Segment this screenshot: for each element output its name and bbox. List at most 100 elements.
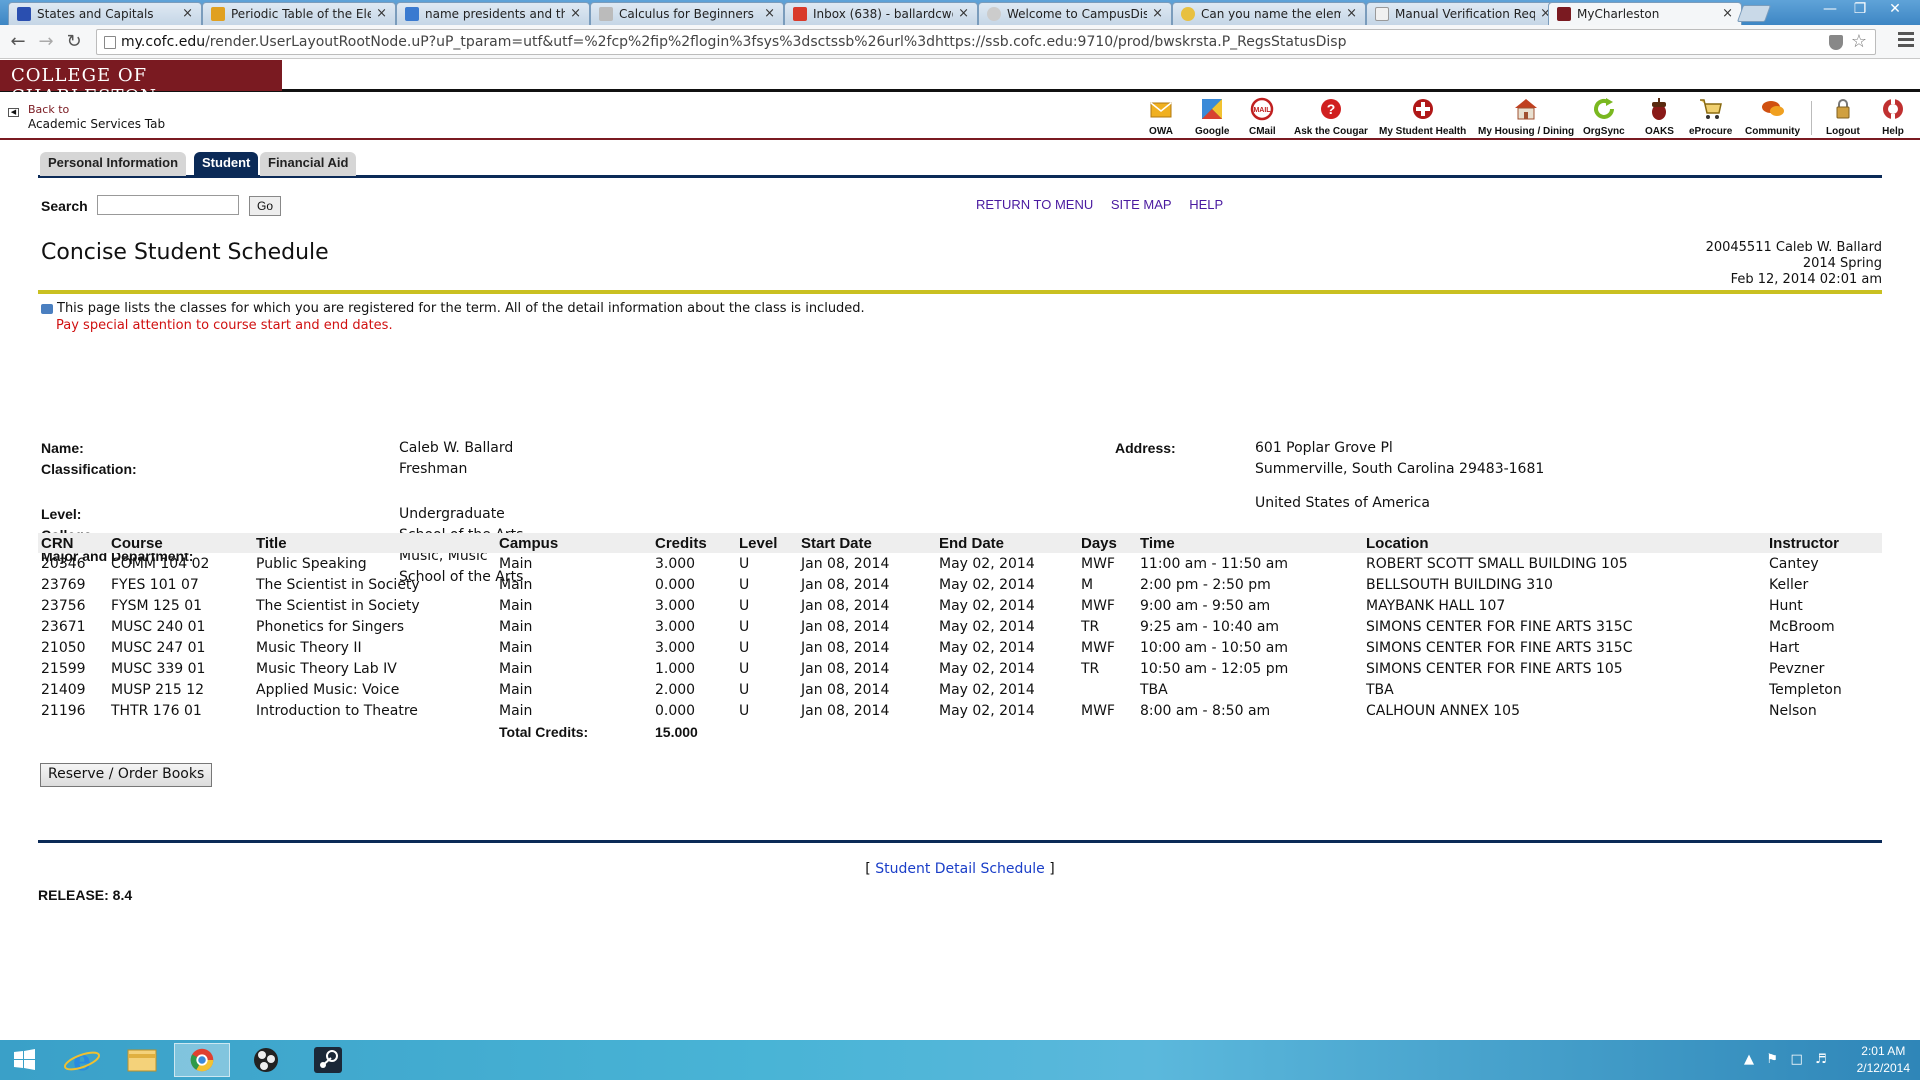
browser-tab[interactable]: Welcome to CampusDish × (978, 2, 1172, 25)
minimize-icon[interactable]: — (1815, 1, 1845, 17)
network-icon[interactable]: □ (1790, 1052, 1802, 1067)
lifebuoy-icon (1883, 99, 1903, 119)
student-detail-schedule-link[interactable]: Student Detail Schedule (875, 861, 1045, 877)
address-label: Address: (1115, 440, 1176, 456)
tab-close-icon[interactable]: × (1722, 6, 1733, 21)
quick-link-student-health[interactable]: My Student Health (1379, 97, 1466, 137)
quick-link-eprocure[interactable]: eProcure (1689, 97, 1732, 137)
mail-icon: MAIL (1251, 97, 1274, 121)
col-campus: Campus (496, 533, 652, 553)
cell-end-date: May 02, 2014 (939, 639, 1035, 656)
tab-close-icon[interactable]: × (1152, 6, 1163, 21)
internet-explorer-icon[interactable]: e (54, 1043, 110, 1077)
tab-close-icon[interactable]: × (764, 6, 775, 21)
reserve-order-books-button[interactable]: Reserve / Order Books (40, 763, 213, 787)
bookmark-star-icon[interactable]: ☆ (1851, 31, 1867, 52)
forward-arrow-icon[interactable]: → (34, 31, 58, 52)
cell-level: U (739, 681, 750, 698)
restore-icon[interactable]: ❐ (1845, 1, 1875, 17)
browser-tab[interactable]: Manual Verification Reque× (1366, 2, 1560, 25)
cell-days (1078, 679, 1137, 700)
help-link[interactable]: HELP (1189, 197, 1223, 212)
chrome-icon[interactable] (174, 1043, 230, 1077)
browser-tab[interactable]: Inbox (638) - ballardcw@g× (784, 2, 978, 25)
quick-link-owa[interactable]: OWA (1148, 97, 1174, 137)
quick-link-community[interactable]: Community (1745, 97, 1800, 137)
quick-link-logout[interactable]: Logout (1826, 97, 1860, 137)
warning-message: Pay special attention to course start an… (56, 318, 393, 333)
quick-link-google[interactable]: Google (1195, 97, 1229, 137)
browser-tab[interactable]: States and Capitals × (8, 2, 202, 25)
search-input[interactable] (97, 195, 239, 215)
return-to-menu-link[interactable]: RETURN TO MENU (976, 197, 1093, 212)
flag-icon[interactable]: ⚑ (1766, 1052, 1778, 1067)
windows-start-icon[interactable] (2, 1043, 48, 1077)
cell-credits: 3.000 (655, 597, 696, 614)
col-level: Level (736, 533, 798, 553)
quick-link-housing-dining[interactable]: My Housing / Dining (1478, 97, 1574, 137)
cell-instructor: Hart (1769, 639, 1800, 656)
tab-close-icon[interactable]: × (376, 6, 387, 21)
table-row: 21409 MUSP 215 12 Applied Music: Voice Main… (38, 679, 1882, 700)
cell-time: 8:00 am - 8:50 am (1140, 702, 1271, 719)
cell-course: MUSC 240 01 (111, 618, 206, 635)
cell-instructor: Keller (1769, 576, 1809, 593)
cell-location: SIMONS CENTER FOR FINE ARTS 105 (1366, 660, 1623, 677)
tab-close-icon[interactable]: × (182, 6, 193, 21)
cell-credits: 3.000 (655, 639, 696, 656)
cell-days: MWF (1081, 597, 1115, 614)
tray-chevron-up-icon[interactable]: ▲ (1744, 1052, 1754, 1067)
file-explorer-icon[interactable] (114, 1043, 170, 1077)
tab-financial-aid[interactable]: Financial Aid (260, 152, 357, 176)
college-logo[interactable]: COLLEGE OF CHARLESTON (0, 60, 282, 107)
site-map-link[interactable]: SITE MAP (1111, 197, 1172, 212)
quick-link-cmail[interactable]: MAIL CMail (1249, 97, 1276, 137)
tab-close-icon[interactable]: × (570, 6, 581, 21)
new-tab-button[interactable] (1736, 5, 1772, 22)
tab-personal-information[interactable]: Personal Information (40, 152, 187, 176)
cart-icon (1699, 99, 1722, 119)
name-value: Caleb W. Ballard (399, 440, 514, 456)
page-title: Concise Student Schedule (41, 240, 329, 265)
cell-credits: 2.000 (655, 681, 696, 698)
close-window-icon[interactable]: ✕ (1880, 1, 1910, 17)
cell-end-date: May 02, 2014 (939, 681, 1035, 698)
volume-icon[interactable]: ♬ (1815, 1052, 1827, 1067)
quick-link-help[interactable]: Help (1880, 97, 1906, 137)
cell-credits: 1.000 (655, 660, 696, 677)
bottom-divider (38, 840, 1882, 843)
cell-crn: 23671 (41, 618, 86, 635)
browser-menu-icon[interactable] (1898, 32, 1914, 50)
quick-link-ask-the-cougar[interactable]: ? Ask the Cougar (1294, 97, 1368, 137)
browser-tab[interactable]: Periodic Table of the Elem × (202, 2, 396, 25)
cell-campus: Main (499, 639, 533, 656)
back-arrow-icon[interactable]: ← (6, 31, 30, 52)
url-text[interactable]: my.cofc.edu/render.UserLayoutRootNode.uP… (121, 34, 1347, 50)
tab-close-icon[interactable]: × (958, 6, 969, 21)
steam-icon[interactable] (300, 1043, 356, 1077)
shield-icon[interactable] (1829, 35, 1843, 50)
tab-close-icon[interactable]: × (1346, 6, 1357, 21)
quick-link-orgsync[interactable]: OrgSync (1583, 97, 1625, 137)
address-bar[interactable]: my.cofc.edu/render.UserLayoutRootNode.uP… (96, 29, 1876, 55)
reload-icon[interactable]: ↻ (62, 31, 86, 52)
cell-title: Phonetics for Singers (256, 618, 405, 635)
browser-tab[interactable]: Can you name the elemen× (1172, 2, 1366, 25)
tab-favicon-icon (405, 7, 419, 21)
clock-date: 2/12/2014 (1856, 1061, 1910, 1075)
browser-tab[interactable]: name presidents and their× (396, 2, 590, 25)
browser-tab[interactable]: Calculus for Beginners × (590, 2, 784, 25)
cell-instructor: Nelson (1769, 702, 1817, 719)
quick-link-oaks[interactable]: OAKS (1645, 97, 1674, 137)
info-message: This page lists the classes for which yo… (41, 300, 865, 334)
clock-time: 2:01 AM (1861, 1044, 1906, 1058)
browser-tab-active[interactable]: MyCharleston × (1548, 2, 1742, 26)
go-button[interactable]: Go (249, 196, 281, 216)
table-row: 21599 MUSC 339 01 Music Theory Lab IV Main 1… (38, 658, 1882, 679)
college-header: COLLEGE OF CHARLESTON (0, 60, 1920, 107)
cell-start-date: Jan 08, 2014 (801, 597, 890, 614)
obs-icon[interactable] (238, 1043, 294, 1077)
tab-student[interactable]: Student (194, 152, 259, 176)
clock[interactable]: 2:01 AM 2/12/2014 (1857, 1043, 1910, 1077)
cell-start-date: Jan 08, 2014 (801, 660, 890, 677)
